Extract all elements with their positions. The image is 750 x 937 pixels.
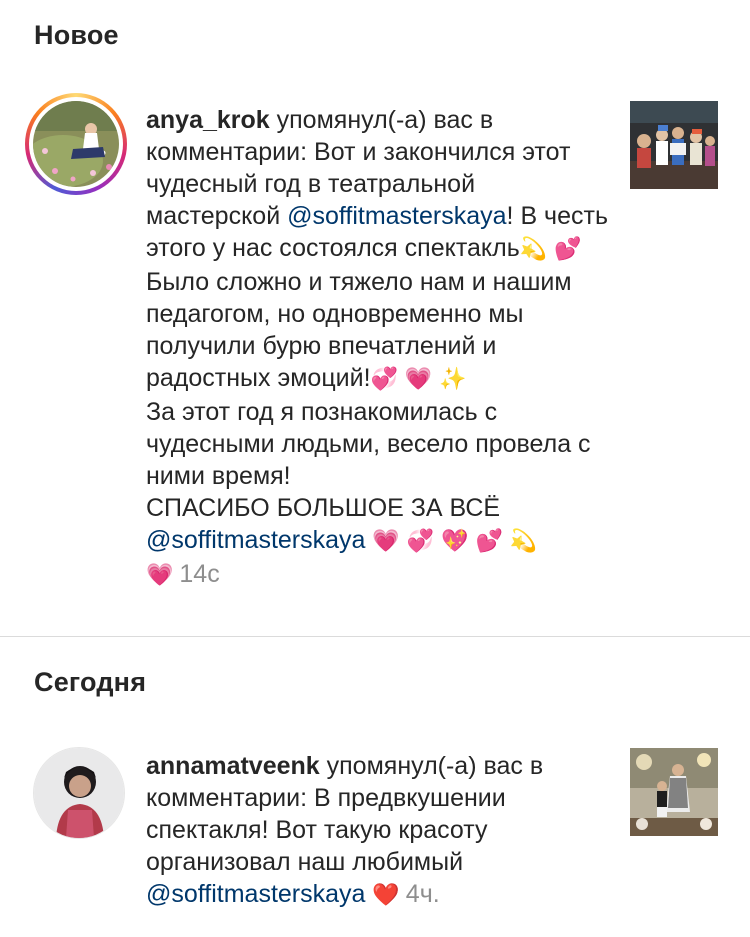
- growing-heart-icon: 💗: [372, 529, 400, 554]
- timestamp: 14с: [179, 560, 220, 588]
- avatar: [33, 101, 119, 187]
- notification-text: annamatveenk упомянул(-а) вас в коммента…: [146, 750, 614, 912]
- section-title-today: Сегодня: [34, 667, 147, 697]
- mention-link[interactable]: @soffitmasterskaya: [146, 526, 365, 554]
- section-title-new: Новое: [34, 20, 119, 50]
- post-thumbnail[interactable]: [630, 101, 718, 189]
- mention-link[interactable]: @soffitmasterskaya: [146, 880, 365, 908]
- comment-text: СПАСИБО БОЛЬШОЕ ЗА ВСЁ: [146, 494, 501, 522]
- revolving-hearts-icon: 💞: [370, 367, 398, 392]
- comment-text: За этот год я познакомилась с чудесными …: [146, 398, 591, 490]
- notification-text: anya_krok упомянул(-а) вас в комментарии…: [146, 104, 614, 592]
- dizzy-icon: 💫: [509, 529, 538, 554]
- two-hearts-icon: 💕: [475, 529, 503, 554]
- red-heart-icon: ❤️: [372, 883, 400, 908]
- growing-heart-icon: 💗: [146, 563, 174, 588]
- mention-link[interactable]: @soffitmasterskaya: [287, 202, 506, 230]
- sparkling-heart-icon: 💖: [441, 529, 469, 554]
- username-link[interactable]: anya_krok: [146, 106, 270, 134]
- revolving-hearts-icon: 💞: [406, 529, 435, 554]
- growing-heart-icon: 💗: [404, 367, 433, 392]
- sparkles-icon: ✨: [439, 367, 467, 392]
- post-thumbnail[interactable]: [630, 748, 718, 836]
- timestamp: 4ч.: [405, 880, 440, 908]
- section-divider: [0, 636, 750, 637]
- username-link[interactable]: annamatveenk: [146, 752, 320, 780]
- comment-text: Было сложно и тяжело нам и нашим педагог…: [146, 268, 572, 392]
- dizzy-icon: 💫: [519, 237, 548, 262]
- avatar-story-ring[interactable]: [25, 93, 127, 195]
- avatar[interactable]: [33, 747, 125, 839]
- two-hearts-icon: 💕: [554, 237, 582, 262]
